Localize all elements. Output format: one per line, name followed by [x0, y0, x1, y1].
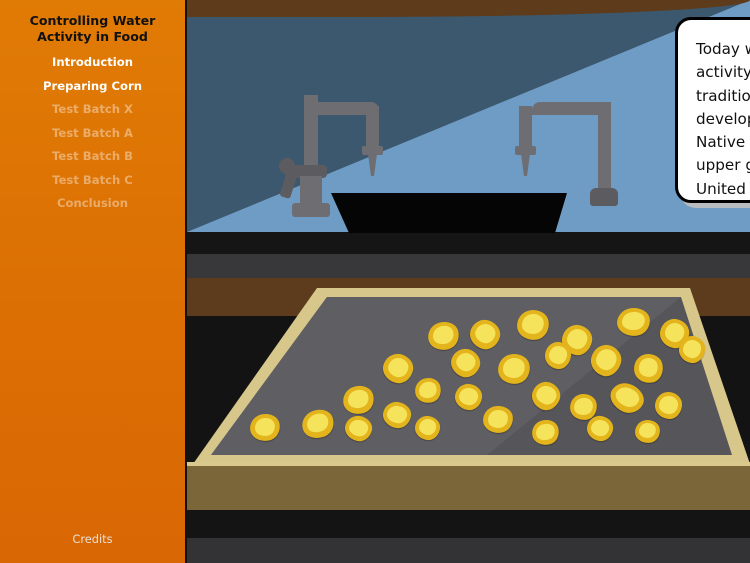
sink-basin-right: [487, 193, 567, 233]
scene-illustration: Today we’ll test the water activity of c…: [187, 0, 750, 563]
app-window: Today we’ll test the water activity of c…: [0, 0, 750, 563]
sidebar-navigation: Controlling Water Activity in Food Intro…: [0, 0, 187, 563]
page-title: Controlling Water Activity in Food: [29, 13, 156, 44]
sidebar-item-test-batch-b: Test Batch B: [52, 149, 133, 163]
sidebar-item-conclusion: Conclusion: [57, 196, 128, 210]
sidebar-item-test-batch-x: Test Batch X: [51, 102, 133, 116]
sidebar-item-test-batch-a: Test Batch A: [51, 126, 134, 140]
counter-strip-gray: [187, 254, 750, 278]
narration-text: Today we’ll test the water activity of c…: [696, 40, 750, 198]
counter-strip-brown-lower: [187, 462, 750, 510]
speech-bubble: Today we’ll test the water activity of c…: [675, 17, 750, 203]
counter-strip-brown-lower-edge: [187, 462, 750, 466]
sidebar-item-introduction[interactable]: Introduction: [0, 55, 185, 69]
floor-strip-gray: [187, 538, 750, 563]
sidebar-item-test-batch-c: Test Batch C: [52, 173, 133, 187]
corn-drying-tray: [187, 288, 750, 468]
counter-edge-dark-upper: [187, 232, 750, 254]
sidebar-item-credits[interactable]: Credits: [0, 532, 185, 546]
counter-edge-dark-lower: [187, 510, 750, 538]
sidebar-item-preparing-corn[interactable]: Preparing Corn: [0, 79, 185, 93]
